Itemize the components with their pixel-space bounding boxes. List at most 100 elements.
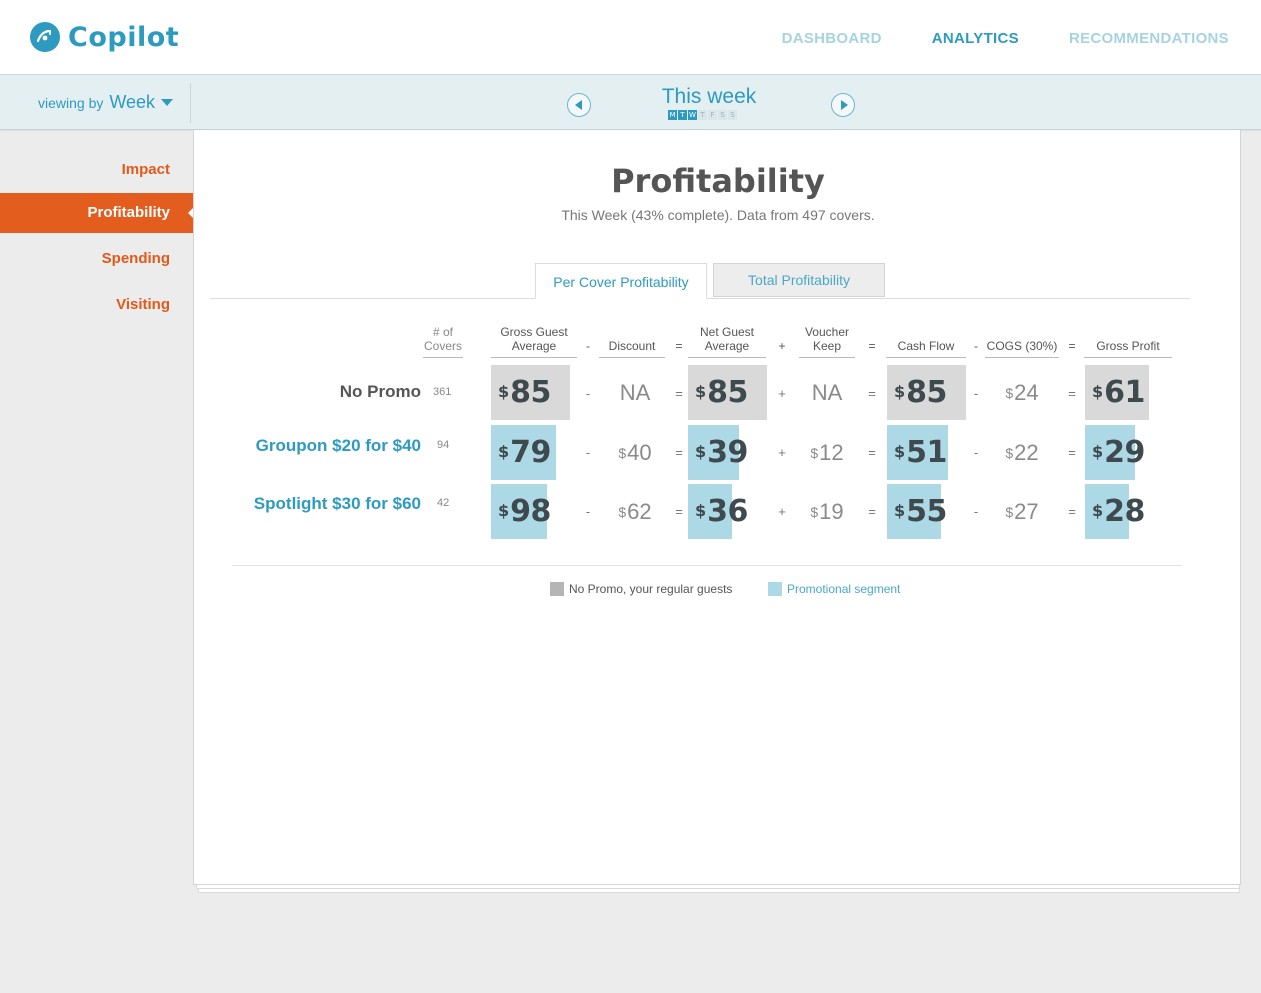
sidebar-item-spending[interactable]: Spending	[0, 239, 194, 279]
cell-value: NA	[811, 379, 843, 405]
cell-value: 62	[627, 498, 652, 524]
currency-symbol: $	[1092, 382, 1104, 401]
operator-minus: -	[974, 339, 978, 353]
col-header-gross-profit: Gross Profit	[1084, 325, 1172, 358]
page-subtitle: This Week (43% complete). Data from 497 …	[561, 207, 875, 223]
cell-discount: $62	[599, 484, 671, 539]
cell-value: 12	[819, 439, 844, 465]
operator-plus: +	[778, 445, 786, 460]
nav-dashboard[interactable]: DASHBOARD	[782, 30, 882, 47]
operator-plus: +	[778, 339, 786, 353]
toolbar-divider	[190, 83, 191, 123]
col-header-net-guest-average: Net Guest Average	[688, 325, 766, 358]
operator-minus: -	[585, 445, 591, 460]
legend-swatch-blue	[768, 582, 782, 596]
col-header-covers: # of Covers	[423, 325, 463, 358]
cell-net: $36	[688, 484, 748, 539]
row-label-groupon: Groupon $20 for $40	[255, 436, 421, 455]
legend-swatch-grey	[550, 582, 564, 596]
cell-cogs: $24	[989, 365, 1055, 420]
row-label-spotlight: Spotlight $30 for $60	[253, 494, 421, 513]
currency-symbol: $	[1092, 501, 1104, 520]
cell-value: 27	[1014, 498, 1039, 524]
day-mon: M	[668, 110, 677, 120]
cell-cashflow: $51	[887, 425, 948, 480]
next-period-button[interactable]	[831, 93, 855, 117]
previous-period-button[interactable]	[567, 93, 591, 117]
logo[interactable]: Copilot	[30, 20, 179, 54]
week-days-indicator: M T W T F S S	[668, 110, 737, 120]
col-header-gross-line1: Gross Guest	[500, 325, 568, 339]
cell-value: NA	[619, 379, 651, 405]
row-covers: 94	[437, 439, 450, 451]
cell-value: 85	[707, 375, 748, 410]
logo-text: Copilot	[68, 21, 180, 53]
day-sat: S	[718, 110, 727, 120]
col-header-voucher-keep: Voucher Keep	[799, 325, 855, 358]
currency-symbol: $	[618, 444, 627, 461]
main-nav: DASHBOARD ANALYTICS RECOMMENDATIONS	[782, 30, 1229, 47]
cell-value: 85	[510, 375, 551, 410]
currency-symbol: $	[894, 501, 906, 520]
operator-equals: =	[868, 386, 876, 401]
cell-value: 85	[906, 375, 947, 410]
cell-voucher: NA	[792, 365, 862, 420]
cell-value: 39	[707, 435, 748, 470]
day-wed: W	[688, 110, 697, 120]
cell-cogs: $22	[989, 425, 1055, 480]
legend-item-no-promo: No Promo, your regular guests	[550, 582, 732, 596]
legend-item-promotional: Promotional segment	[768, 582, 900, 596]
cell-discount: NA	[599, 365, 671, 420]
arrow-right-icon	[840, 100, 848, 110]
currency-symbol: $	[498, 442, 510, 461]
currency-symbol: $	[498, 501, 510, 520]
nav-analytics[interactable]: ANALYTICS	[932, 30, 1019, 47]
caret-down-icon	[161, 99, 174, 106]
cell-gross: $85	[491, 365, 570, 420]
arrow-left-icon	[574, 100, 582, 110]
operator-equals: =	[675, 445, 683, 460]
cell-value: 24	[1014, 379, 1039, 405]
operator-plus: +	[778, 386, 786, 401]
operator-minus: -	[973, 504, 979, 519]
day-tue: T	[678, 110, 687, 120]
cell-value: 22	[1014, 439, 1039, 465]
analytics-sidebar: Impact Profitability Spending Visiting	[0, 150, 195, 331]
sidebar-item-impact[interactable]: Impact	[0, 150, 194, 190]
table-bottom-divider	[232, 565, 1182, 566]
legend-label: Promotional segment	[787, 582, 901, 596]
sidebar-item-profitability[interactable]: Profitability	[0, 193, 195, 233]
cell-value: 40	[627, 439, 652, 465]
cell-voucher: $19	[792, 484, 862, 539]
cell-profit: $61	[1085, 365, 1149, 420]
period-toolbar: viewing by Week This week	[0, 75, 1261, 130]
row-covers: 42	[437, 497, 450, 509]
col-header-covers-line1: # of	[432, 325, 453, 339]
currency-symbol: $	[1092, 442, 1104, 461]
cell-gross: $79	[491, 425, 556, 480]
operator-equals: =	[1068, 504, 1076, 519]
currency-symbol: $	[1005, 503, 1014, 520]
tab-total-profitability[interactable]: Total Profitability	[713, 263, 885, 297]
cell-value: 98	[510, 494, 551, 529]
viewing-by-label: viewing by	[38, 95, 104, 111]
operator-equals: =	[868, 339, 876, 353]
tab-per-cover-profitability[interactable]: Per Cover Profitability	[535, 263, 707, 299]
operator-equals: =	[675, 386, 683, 401]
currency-symbol: $	[1005, 384, 1014, 401]
operator-minus: -	[586, 339, 590, 353]
nav-recommendations[interactable]: RECOMMENDATIONS	[1069, 30, 1229, 47]
cell-value: 28	[1104, 494, 1145, 529]
viewing-by-dropdown[interactable]: viewing by Week	[38, 92, 174, 113]
viewing-by-value: Week	[109, 92, 156, 112]
cell-value: 19	[819, 498, 844, 524]
currency-symbol: $	[498, 382, 510, 401]
day-fri: F	[708, 110, 717, 120]
currency-symbol: $	[695, 442, 707, 461]
cell-net: $39	[688, 425, 748, 480]
sidebar-item-visiting[interactable]: Visiting	[0, 285, 194, 325]
col-header-cash-flow: Cash Flow	[886, 325, 966, 358]
row-covers: 361	[433, 386, 452, 398]
cell-cogs: $27	[989, 484, 1055, 539]
operator-minus: -	[973, 445, 979, 460]
